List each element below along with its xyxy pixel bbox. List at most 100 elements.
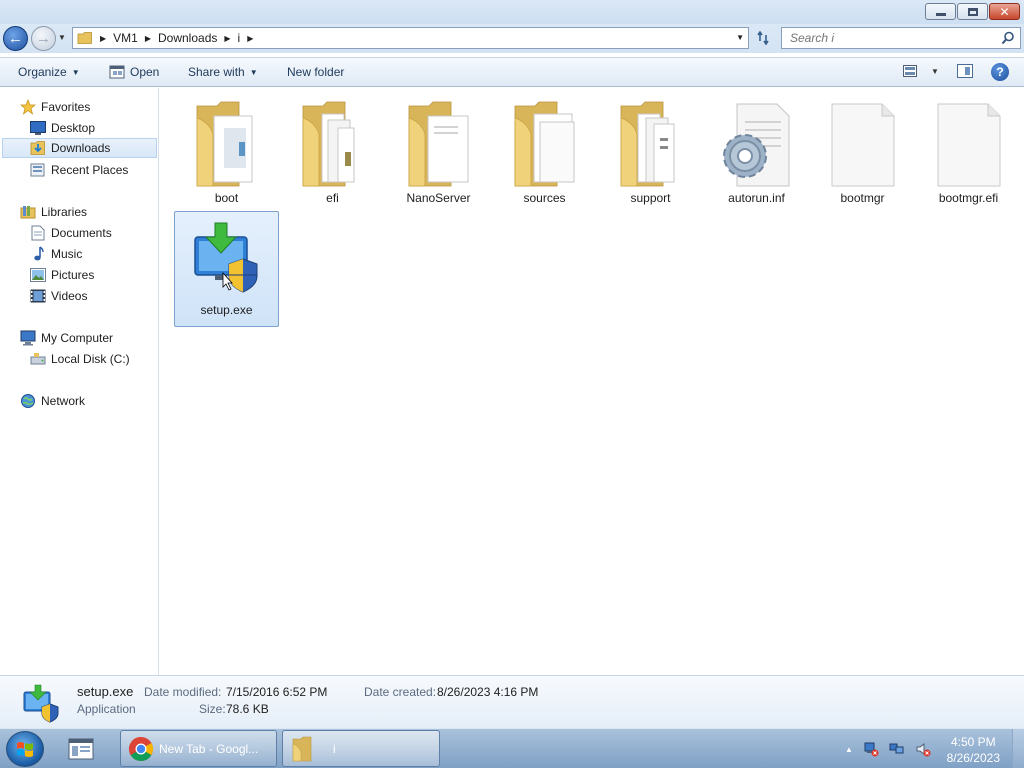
details-pane: setup.exe Application Date modified: 7/1…: [0, 675, 1024, 728]
folder-icon: [607, 94, 695, 190]
nav-pictures[interactable]: Pictures: [30, 265, 94, 285]
nav-libraries[interactable]: Libraries: [20, 202, 87, 222]
views-dropdown-icon[interactable]: ▼: [931, 67, 939, 76]
minimize-icon: [935, 13, 946, 16]
nav-documents-label: Documents: [51, 226, 112, 240]
network-icon: [20, 393, 36, 409]
search-box[interactable]: [781, 27, 1021, 49]
file-name-bootmgr-efi: bootmgr.efi: [938, 191, 999, 205]
file-item-support[interactable]: support: [598, 94, 703, 209]
file-item-efi[interactable]: efi: [280, 94, 385, 209]
network-icon[interactable]: [889, 741, 905, 757]
nav-desktop[interactable]: Desktop: [30, 118, 95, 138]
windows-logo-icon: [17, 742, 33, 757]
file-item-bootmgr[interactable]: bootmgr: [810, 94, 915, 209]
breadcrumb-downloads[interactable]: Downloads: [158, 31, 217, 45]
restore-icon: [967, 7, 978, 16]
nav-downloads[interactable]: Downloads: [2, 138, 157, 158]
nav-network-label: Network: [41, 394, 86, 408]
nav-favorites[interactable]: Favorites: [20, 97, 90, 117]
taskbar-server-manager[interactable]: [60, 730, 114, 767]
forward-arrow-icon: →: [36, 30, 51, 47]
help-button[interactable]: ?: [991, 63, 1009, 81]
nav-local-disk[interactable]: Local Disk (C:): [30, 349, 130, 369]
address-dropdown-icon[interactable]: ▼: [736, 33, 744, 42]
network-error-icon[interactable]: [863, 741, 879, 757]
nav-my-computer[interactable]: My Computer: [20, 328, 113, 348]
back-arrow-icon: ←: [8, 30, 23, 47]
close-button[interactable]: ✕: [989, 3, 1020, 20]
disk-drive-icon: [30, 351, 46, 367]
details-date-created: 8/26/2023 4:16 PM: [437, 685, 539, 699]
libraries-icon: [20, 204, 36, 220]
breadcrumb-i[interactable]: i: [238, 31, 241, 45]
nav-local-disk-label: Local Disk (C:): [51, 352, 130, 366]
close-icon: ✕: [999, 4, 1010, 19]
music-note-icon: [30, 246, 46, 262]
taskbar-explorer-label: i: [333, 741, 336, 756]
nav-music[interactable]: Music: [30, 244, 82, 264]
minimize-button[interactable]: [925, 3, 956, 20]
blank-file-icon: [925, 94, 1013, 190]
folder-icon: [77, 32, 92, 44]
file-item-bootmgr-efi[interactable]: bootmgr.efi: [916, 94, 1021, 209]
start-button[interactable]: [6, 731, 44, 767]
search-input[interactable]: [790, 31, 990, 45]
nav-videos[interactable]: Videos: [30, 286, 87, 306]
forward-button[interactable]: →: [31, 26, 56, 51]
search-icon[interactable]: [1001, 31, 1015, 45]
open-button[interactable]: Open: [109, 65, 159, 79]
star-icon: [20, 99, 36, 115]
taskbar-chrome-label: New Tab - Googl...: [159, 741, 259, 756]
help-icon: ?: [996, 65, 1004, 79]
file-name-efi: efi: [326, 191, 339, 205]
breadcrumb-separator-icon[interactable]: ▶: [247, 34, 253, 43]
taskbar-chrome[interactable]: New Tab - Googl...: [120, 730, 277, 767]
recent-places-icon: [30, 162, 46, 178]
file-item-autorun[interactable]: autorun.inf: [704, 94, 809, 209]
restore-button[interactable]: [957, 3, 988, 20]
address-bar[interactable]: ▶ VM1 ▶ Downloads ▶ i ▶ ▼: [72, 27, 749, 49]
file-item-nanoserver[interactable]: NanoServer: [386, 94, 491, 209]
breadcrumb-separator-icon[interactable]: ▶: [145, 34, 151, 43]
breadcrumb-separator-icon[interactable]: ▶: [224, 34, 230, 43]
breadcrumb-separator-icon[interactable]: ▶: [100, 34, 106, 43]
breadcrumb-vm1[interactable]: VM1: [113, 31, 138, 45]
recent-pages-dropdown[interactable]: ▼: [58, 33, 66, 42]
blank-file-icon: [819, 94, 907, 190]
preview-pane-button[interactable]: [957, 64, 973, 78]
file-name-boot: boot: [214, 191, 239, 205]
file-name-bootmgr: bootmgr: [840, 191, 885, 205]
back-button[interactable]: ←: [3, 26, 28, 51]
folder-icon: [289, 94, 377, 190]
show-hidden-icons-button[interactable]: ▲: [845, 745, 853, 754]
file-item-boot[interactable]: boot: [174, 94, 279, 209]
new-folder-label: New folder: [287, 65, 345, 79]
nav-my-computer-label: My Computer: [41, 331, 114, 345]
share-with-button[interactable]: Share with ▼: [188, 65, 258, 79]
refresh-button[interactable]: [752, 27, 774, 49]
nav-network[interactable]: Network: [20, 391, 85, 411]
nav-music-label: Music: [51, 247, 83, 261]
details-date-modified-label: Date modified:: [144, 685, 222, 699]
volume-muted-icon[interactable]: [915, 741, 931, 757]
change-view-button[interactable]: ▼: [903, 65, 939, 77]
folder-icon: [183, 94, 271, 190]
file-item-sources[interactable]: sources: [492, 94, 597, 209]
new-folder-button[interactable]: New folder: [287, 65, 344, 79]
command-bar: Organize ▼ Open Share with ▼ New folder ▼ …: [0, 57, 1024, 87]
documents-icon: [30, 225, 46, 241]
nav-recent-places[interactable]: Recent Places: [30, 160, 128, 180]
nav-documents[interactable]: Documents: [30, 223, 112, 243]
chrome-icon: [128, 736, 154, 761]
file-name-setup: setup.exe: [200, 303, 253, 317]
organize-button[interactable]: Organize ▼: [18, 65, 80, 79]
file-item-setup[interactable]: setup.exe: [174, 211, 279, 327]
nav-libraries-label: Libraries: [41, 205, 88, 219]
clock[interactable]: 4:50 PM 8/26/2023: [947, 734, 1000, 766]
show-desktop-button[interactable]: [1012, 729, 1024, 768]
taskbar-explorer[interactable]: i: [282, 730, 440, 767]
open-app-icon: [109, 65, 125, 79]
nav-downloads-label: Downloads: [51, 141, 111, 155]
downloads-folder-icon: [30, 140, 46, 156]
